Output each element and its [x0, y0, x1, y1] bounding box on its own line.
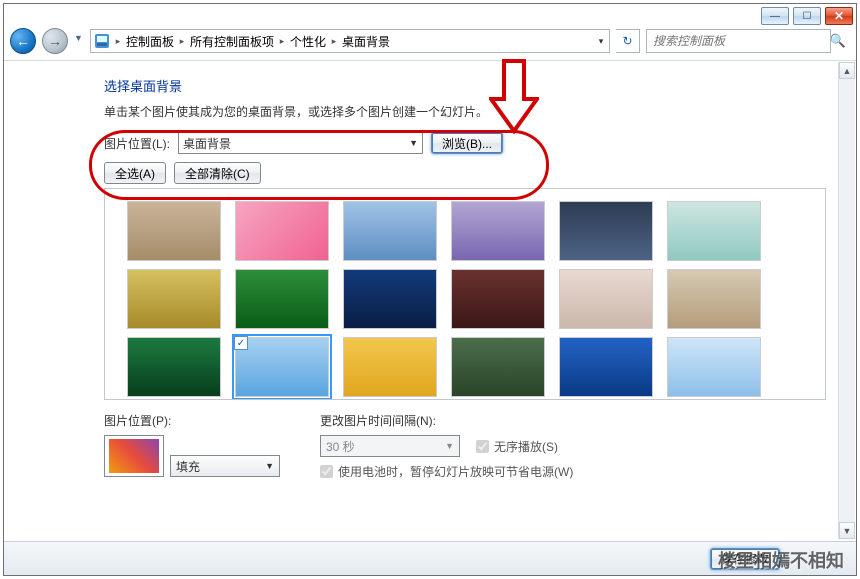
maximize-button[interactable]: ☐	[793, 7, 821, 25]
refresh-button[interactable]: ↻	[616, 29, 640, 53]
vertical-scrollbar[interactable]: ▲ ▼	[838, 62, 855, 539]
wallpaper-thumb[interactable]	[127, 201, 221, 261]
scroll-down-button[interactable]: ▼	[839, 522, 855, 539]
check-icon: ✓	[234, 336, 248, 350]
battery-pause-checkbox[interactable]	[320, 465, 333, 478]
scroll-up-button[interactable]: ▲	[839, 62, 855, 79]
address-dropdown[interactable]: ▾	[593, 36, 609, 47]
refresh-icon: ↻	[622, 34, 632, 48]
picture-position-label: 图片位置(P):	[104, 412, 280, 429]
wallpaper-thumb[interactable]	[451, 201, 545, 261]
picture-location-label: 图片位置(L):	[104, 135, 170, 152]
minimize-button[interactable]: —	[761, 7, 789, 25]
wallpaper-thumb[interactable]	[343, 201, 437, 261]
wallpaper-thumb[interactable]: ✓	[235, 337, 329, 397]
interval-combo[interactable]: 30 秒 ▼	[320, 435, 460, 457]
shuffle-checkbox[interactable]	[476, 440, 489, 453]
wallpaper-thumb[interactable]	[343, 337, 437, 397]
chevron-down-icon: ▼	[265, 461, 274, 471]
wallpaper-thumb[interactable]	[667, 337, 761, 397]
breadcrumb-item[interactable]: 桌面背景	[339, 33, 393, 50]
page-title: 选择桌面背景	[104, 76, 826, 95]
picture-position-combo[interactable]: 填充 ▼	[170, 455, 280, 477]
control-panel-icon	[91, 30, 113, 52]
browse-button[interactable]: 浏览(B)...	[431, 132, 503, 154]
wallpaper-thumb[interactable]	[127, 337, 221, 397]
nav-history-dropdown[interactable]: ▼	[74, 33, 84, 49]
wallpaper-thumb[interactable]	[559, 201, 653, 261]
search-input[interactable]	[646, 29, 831, 53]
picture-location-combo[interactable]: 桌面背景 ▼	[178, 132, 423, 154]
arrow-left-icon: ←	[16, 33, 30, 49]
wallpaper-thumb[interactable]	[451, 269, 545, 329]
wallpaper-thumb[interactable]	[559, 269, 653, 329]
breadcrumb-item[interactable]: 控制面板	[123, 33, 177, 50]
wallpaper-thumb[interactable]	[451, 337, 545, 397]
wallpaper-thumb[interactable]	[343, 269, 437, 329]
save-changes-button[interactable]: 保存修改	[710, 548, 780, 570]
battery-pause-label: 使用电池时，暂停幻灯片放映可节省电源(W)	[338, 463, 573, 480]
page-subtitle: 单击某个图片使其成为您的桌面背景，或选择多个图片创建一个幻灯片。	[104, 103, 826, 120]
wallpaper-thumb[interactable]	[667, 201, 761, 261]
annotation-arrow	[489, 59, 539, 134]
wallpaper-thumbnails[interactable]: ✓	[104, 188, 826, 400]
wallpaper-thumb[interactable]	[235, 201, 329, 261]
close-button[interactable]: ✕	[825, 7, 853, 25]
breadcrumb-item[interactable]: 所有控制面板项	[187, 33, 277, 50]
chevron-down-icon: ▼	[409, 138, 418, 148]
address-bar[interactable]: ▸ 控制面板 ▸ 所有控制面板项 ▸ 个性化 ▸ 桌面背景 ▾	[90, 29, 610, 53]
chevron-down-icon: ▼	[445, 441, 454, 451]
wallpaper-thumb[interactable]	[127, 269, 221, 329]
arrow-right-icon: →	[48, 33, 62, 49]
position-preview	[104, 435, 164, 477]
shuffle-label: 无序播放(S)	[494, 438, 558, 455]
content-pane: 选择桌面背景 单击某个图片使其成为您的桌面背景，或选择多个图片创建一个幻灯片。 …	[4, 66, 856, 539]
select-all-button[interactable]: 全选(A)	[104, 162, 166, 184]
wallpaper-thumb[interactable]	[667, 269, 761, 329]
change-interval-label: 更改图片时间间隔(N):	[320, 412, 573, 429]
search-icon: 🔍	[830, 33, 846, 49]
wallpaper-thumb[interactable]	[559, 337, 653, 397]
nav-forward-button[interactable]: →	[42, 28, 68, 54]
breadcrumb-item[interactable]: 个性化	[287, 33, 329, 50]
combo-value: 桌面背景	[183, 135, 231, 152]
wallpaper-thumb[interactable]	[235, 269, 329, 329]
nav-back-button[interactable]: ←	[10, 28, 36, 54]
clear-all-button[interactable]: 全部清除(C)	[174, 162, 261, 184]
